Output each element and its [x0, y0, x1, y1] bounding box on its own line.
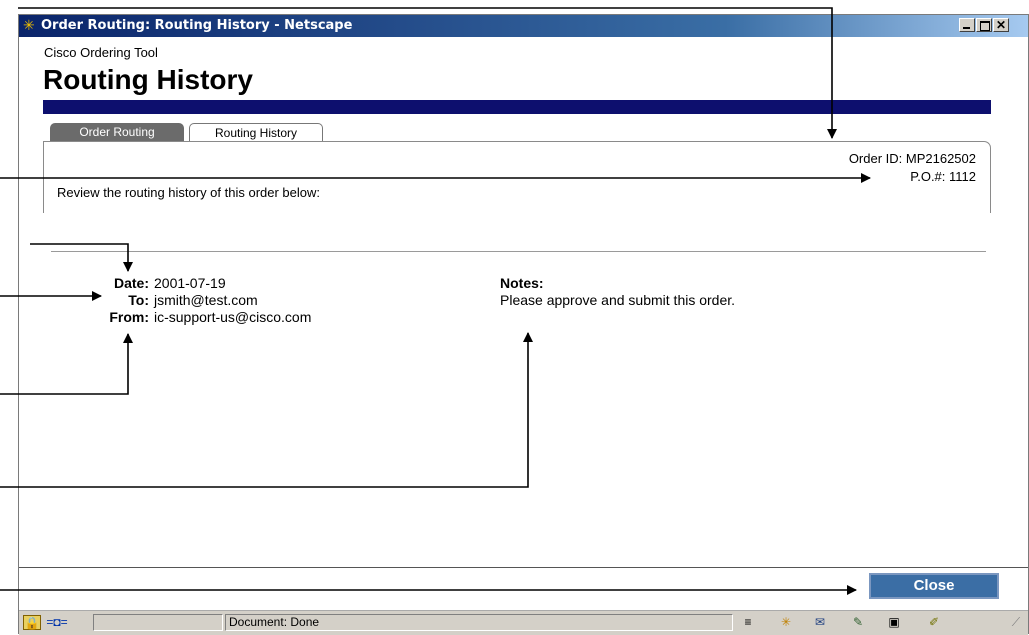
from-value: ic-support-us@cisco.com [154, 309, 312, 325]
close-button[interactable]: Close [869, 573, 999, 599]
tools-icon[interactable]: ✐ [925, 615, 943, 630]
notes-value: Please approve and submit this order. [500, 292, 736, 308]
browser-window: ✳ Order Routing: Routing History - Netsc… [18, 14, 1029, 635]
progress-cell [93, 614, 223, 631]
minimize-button[interactable] [959, 18, 975, 32]
po-number: P.O.#: 1112 [910, 169, 976, 184]
navigator-icon[interactable]: ✳ [777, 615, 795, 630]
date-value: 2001-07-19 [154, 275, 226, 291]
to-value: jsmith@test.com [154, 292, 258, 308]
title-bar[interactable]: ✳ Order Routing: Routing History - Netsc… [19, 15, 1028, 37]
lock-icon[interactable]: 🔒 [23, 615, 41, 630]
connection-icon: =◘= [46, 615, 68, 629]
page-title: Routing History [43, 64, 253, 95]
status-bar: 🔒 =◘= Document: Done ≡ ✳ ✉ ✎ ▣ ✐ ⟋ [19, 610, 1028, 635]
order-id: Order ID: MP2162502 [848, 151, 976, 166]
review-instructions: Review the routing history of this order… [57, 185, 321, 200]
footer-divider [19, 567, 1028, 568]
status-text: Document: Done [229, 615, 320, 629]
header-bar [43, 100, 991, 114]
maximize-button[interactable] [976, 18, 992, 32]
notes-label: Notes: [500, 275, 544, 291]
window-title: Order Routing: Routing History - Netscap… [41, 18, 353, 33]
tab-panel: Order ID: MP2162502 P.O.#: 1112 Review t… [43, 141, 991, 213]
tab-routing-history[interactable]: Routing History [189, 123, 323, 141]
address-book-icon[interactable]: ▣ [885, 615, 903, 630]
netscape-logo-icon: ✳ [23, 17, 35, 33]
to-label: To: [128, 292, 149, 308]
resize-grip-icon[interactable]: ⟋ [1007, 615, 1025, 630]
close-window-button[interactable]: ✕ [993, 18, 1009, 32]
date-label: Date: [113, 275, 149, 291]
from-label: From: [109, 309, 149, 325]
composer-icon[interactable]: ✎ [849, 615, 867, 630]
section-divider [51, 251, 986, 252]
menu-lines-icon[interactable]: ≡ [739, 615, 757, 630]
tab-order-routing[interactable]: Order Routing [50, 123, 184, 141]
mail-icon[interactable]: ✉ [811, 615, 829, 630]
app-name: Cisco Ordering Tool [44, 45, 158, 60]
